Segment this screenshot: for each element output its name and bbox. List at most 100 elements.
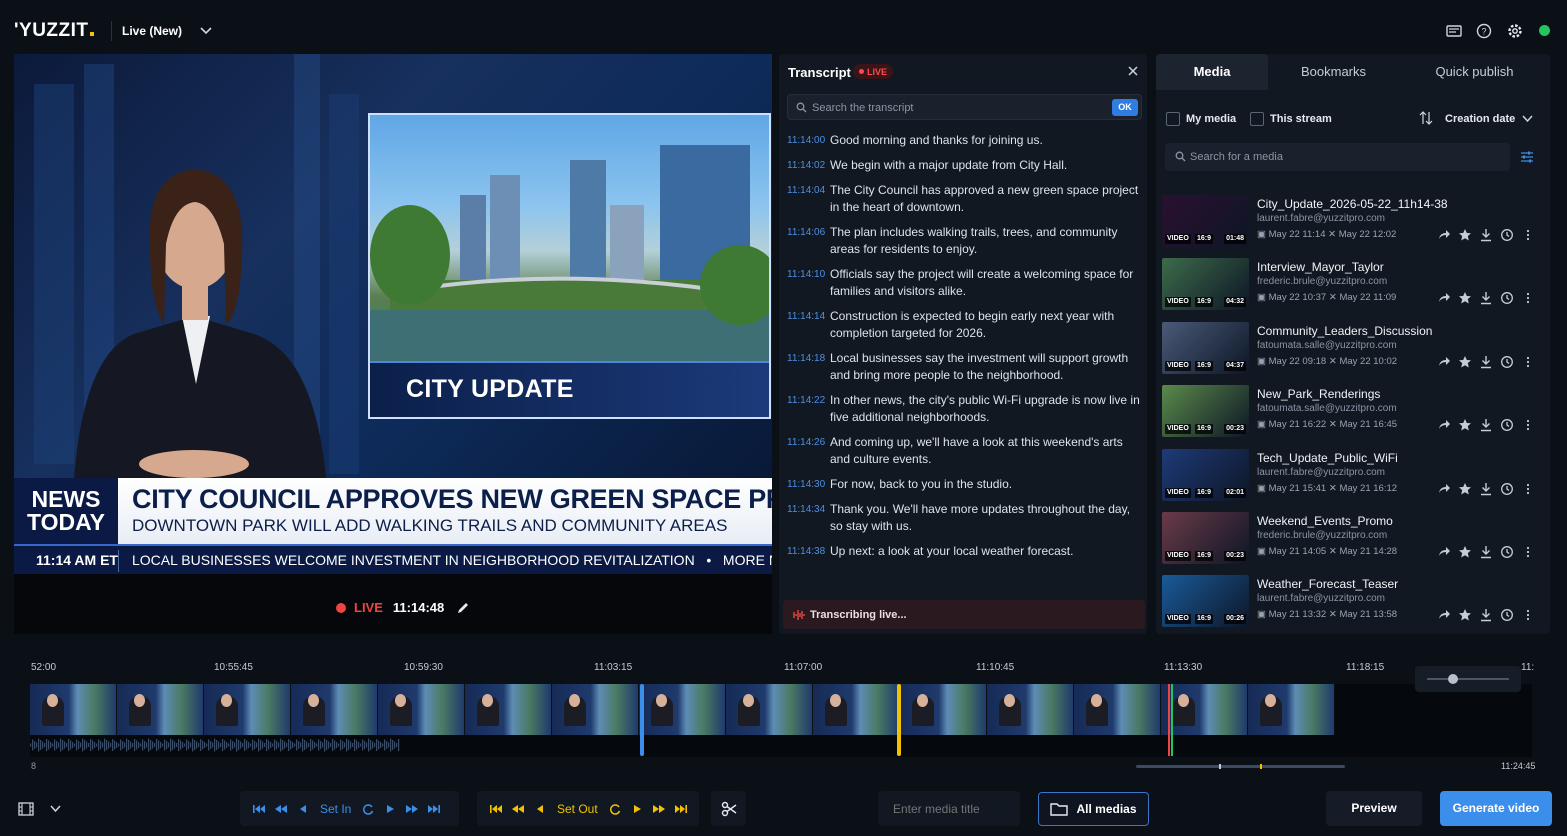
transcript-timestamp[interactable]: 11:14:02 [787,157,830,174]
media-item[interactable]: VIDEO 16:9 04:32 Interview_Mayor_Taylor fred… [1162,255,1546,318]
loop-icon[interactable] [608,802,622,816]
share-icon[interactable] [1437,482,1451,496]
media-search-input[interactable]: Search for a media [1190,151,1283,163]
more-vertical-icon[interactable] [1521,545,1535,559]
media-thumbnail[interactable]: VIDEO 16:9 01:48 [1162,195,1249,247]
share-icon[interactable] [1437,355,1451,369]
transcript-line[interactable]: 11:14:10 Officials say the project will c… [787,266,1142,300]
tab-media[interactable]: Media [1156,54,1268,90]
transcript-timestamp[interactable]: 11:14:18 [787,350,830,384]
video-player[interactable]: CITY UPDATE NEWS TODAY CITY COUNCIL APPR… [14,54,772,634]
stream-title[interactable]: Live (New) [122,24,182,38]
transcript-line[interactable]: 11:14:34 Thank you. We'll have more updat… [787,501,1142,535]
transcript-timestamp[interactable]: 11:14:00 [787,132,830,149]
transcript-timestamp[interactable]: 11:14:38 [787,543,830,560]
settings-icon[interactable] [1506,22,1524,40]
star-icon[interactable] [1458,482,1472,496]
zoom-slider[interactable] [1415,666,1521,692]
chevron-down-icon[interactable] [200,26,212,36]
media-search[interactable]: Search for a media [1165,143,1510,171]
all-medias-button[interactable]: All medias [1038,792,1149,826]
media-name[interactable]: Tech_Update_Public_WiFi [1257,451,1398,465]
media-item[interactable]: VIDEO 16:9 02:01 Tech_Update_Public_WiFi lau… [1162,446,1546,509]
transcript-timestamp[interactable]: 11:14:34 [787,501,830,535]
transcript-timestamp[interactable]: 11:14:10 [787,266,830,300]
tab-bookmarks[interactable]: Bookmarks [1268,54,1399,90]
generate-video-button[interactable]: Generate video [1440,791,1552,826]
tab-quick-publish[interactable]: Quick publish [1399,54,1550,90]
media-thumbnail[interactable]: VIDEO 16:9 02:01 [1162,448,1249,501]
history-icon[interactable] [1500,418,1514,432]
download-icon[interactable] [1479,545,1493,559]
share-icon[interactable] [1437,228,1451,242]
transcript-timestamp[interactable]: 11:14:04 [787,182,830,216]
edit-pencil-icon[interactable] [456,601,470,615]
history-icon[interactable] [1500,545,1514,559]
transcript-line[interactable]: 11:14:30 For now, back to you in the stud… [787,476,1142,493]
more-vertical-icon[interactable] [1521,291,1535,305]
fast-forward-icon[interactable] [652,802,666,816]
set-in-button[interactable]: Set In [320,802,351,816]
rewind-icon[interactable] [511,802,525,816]
skip-to-end-icon[interactable] [674,802,688,816]
app-logo[interactable]: 'YUZZIT [14,20,94,42]
media-thumbnail[interactable]: VIDEO 16:9 00:26 [1162,575,1249,628]
preview-button[interactable]: Preview [1326,791,1422,826]
loop-icon[interactable] [361,802,375,816]
star-icon[interactable] [1458,355,1472,369]
media-item[interactable]: VIDEO 16:9 01:48 City_Update_2026-05-22_11h… [1162,192,1546,255]
download-icon[interactable] [1479,355,1493,369]
transcript-line[interactable]: 11:14:22 In other news, the city's public… [787,392,1142,426]
timeline-track[interactable] [30,684,1532,757]
media-thumbnail[interactable]: VIDEO 16:9 00:23 [1162,385,1249,438]
transcript-timestamp[interactable]: 11:14:06 [787,224,830,258]
transcript-search-input[interactable]: Search the transcript [812,102,914,114]
transcript-line[interactable]: 11:14:00 Good morning and thanks for join… [787,132,1142,149]
zoom-handle[interactable] [1448,674,1458,684]
more-vertical-icon[interactable] [1521,608,1535,622]
star-icon[interactable] [1458,545,1472,559]
media-name[interactable]: New_Park_Renderings [1257,387,1380,401]
transcript-search[interactable]: Search the transcript OK [787,94,1142,120]
skip-to-end-icon[interactable] [427,802,441,816]
transcript-timestamp[interactable]: 11:14:14 [787,308,830,342]
my-media-checkbox[interactable] [1166,112,1180,126]
mail-icon[interactable] [1445,22,1463,40]
sort-icon[interactable] [1419,111,1433,125]
transcript-line[interactable]: 11:14:26 And coming up, we'll have a look… [787,434,1142,468]
chevron-down-icon[interactable] [50,805,61,813]
star-icon[interactable] [1458,418,1472,432]
share-icon[interactable] [1437,418,1451,432]
play-icon[interactable] [383,802,397,816]
transcript-line[interactable]: 11:14:38 Up next: a look at your local we… [787,543,1142,560]
transcript-line[interactable]: 11:14:06 The plan includes walking trails… [787,224,1142,258]
transcript-line[interactable]: 11:14:02 We begin with a major update fro… [787,157,1142,174]
transcript-line[interactable]: 11:14:04 The City Council has approved a … [787,182,1142,216]
timeline[interactable]: 52:00 10:55:45 10:59:30 11:03:15 11:07:00 11:… [0,645,1567,780]
download-icon[interactable] [1479,418,1493,432]
download-icon[interactable] [1479,482,1493,496]
transcript-line[interactable]: 11:14:18 Local businesses say the investm… [787,350,1142,384]
media-item[interactable]: VIDEO 16:9 00:23 New_Park_Renderings fatouma… [1162,382,1546,445]
more-vertical-icon[interactable] [1521,482,1535,496]
media-name[interactable]: Weather_Forecast_Teaser [1257,577,1398,591]
ok-button[interactable]: OK [1112,99,1138,116]
sort-dropdown[interactable]: Creation date [1445,113,1515,125]
history-icon[interactable] [1500,608,1514,622]
this-stream-checkbox[interactable] [1250,112,1264,126]
out-marker[interactable] [897,684,901,756]
history-icon[interactable] [1500,228,1514,242]
transcript-timestamp[interactable]: 11:14:30 [787,476,830,493]
media-item[interactable]: VIDEO 16:9 00:26 Weather_Forecast_Teaser lau… [1162,572,1546,635]
media-name[interactable]: City_Update_2026-05-22_11h14-38 [1257,197,1448,211]
media-thumbnail[interactable]: VIDEO 16:9 04:32 [1162,258,1249,311]
history-icon[interactable] [1500,291,1514,305]
transcript-timestamp[interactable]: 11:14:22 [787,392,830,426]
in-marker[interactable] [640,684,644,756]
media-title-input[interactable] [878,791,1020,826]
skip-to-start-icon[interactable] [252,802,266,816]
media-item[interactable]: VIDEO 16:9 04:37 Community_Leaders_Discussi… [1162,319,1546,382]
fast-forward-icon[interactable] [405,802,419,816]
more-vertical-icon[interactable] [1521,228,1535,242]
transcript-line[interactable]: 11:14:14 Construction is expected to begi… [787,308,1142,342]
